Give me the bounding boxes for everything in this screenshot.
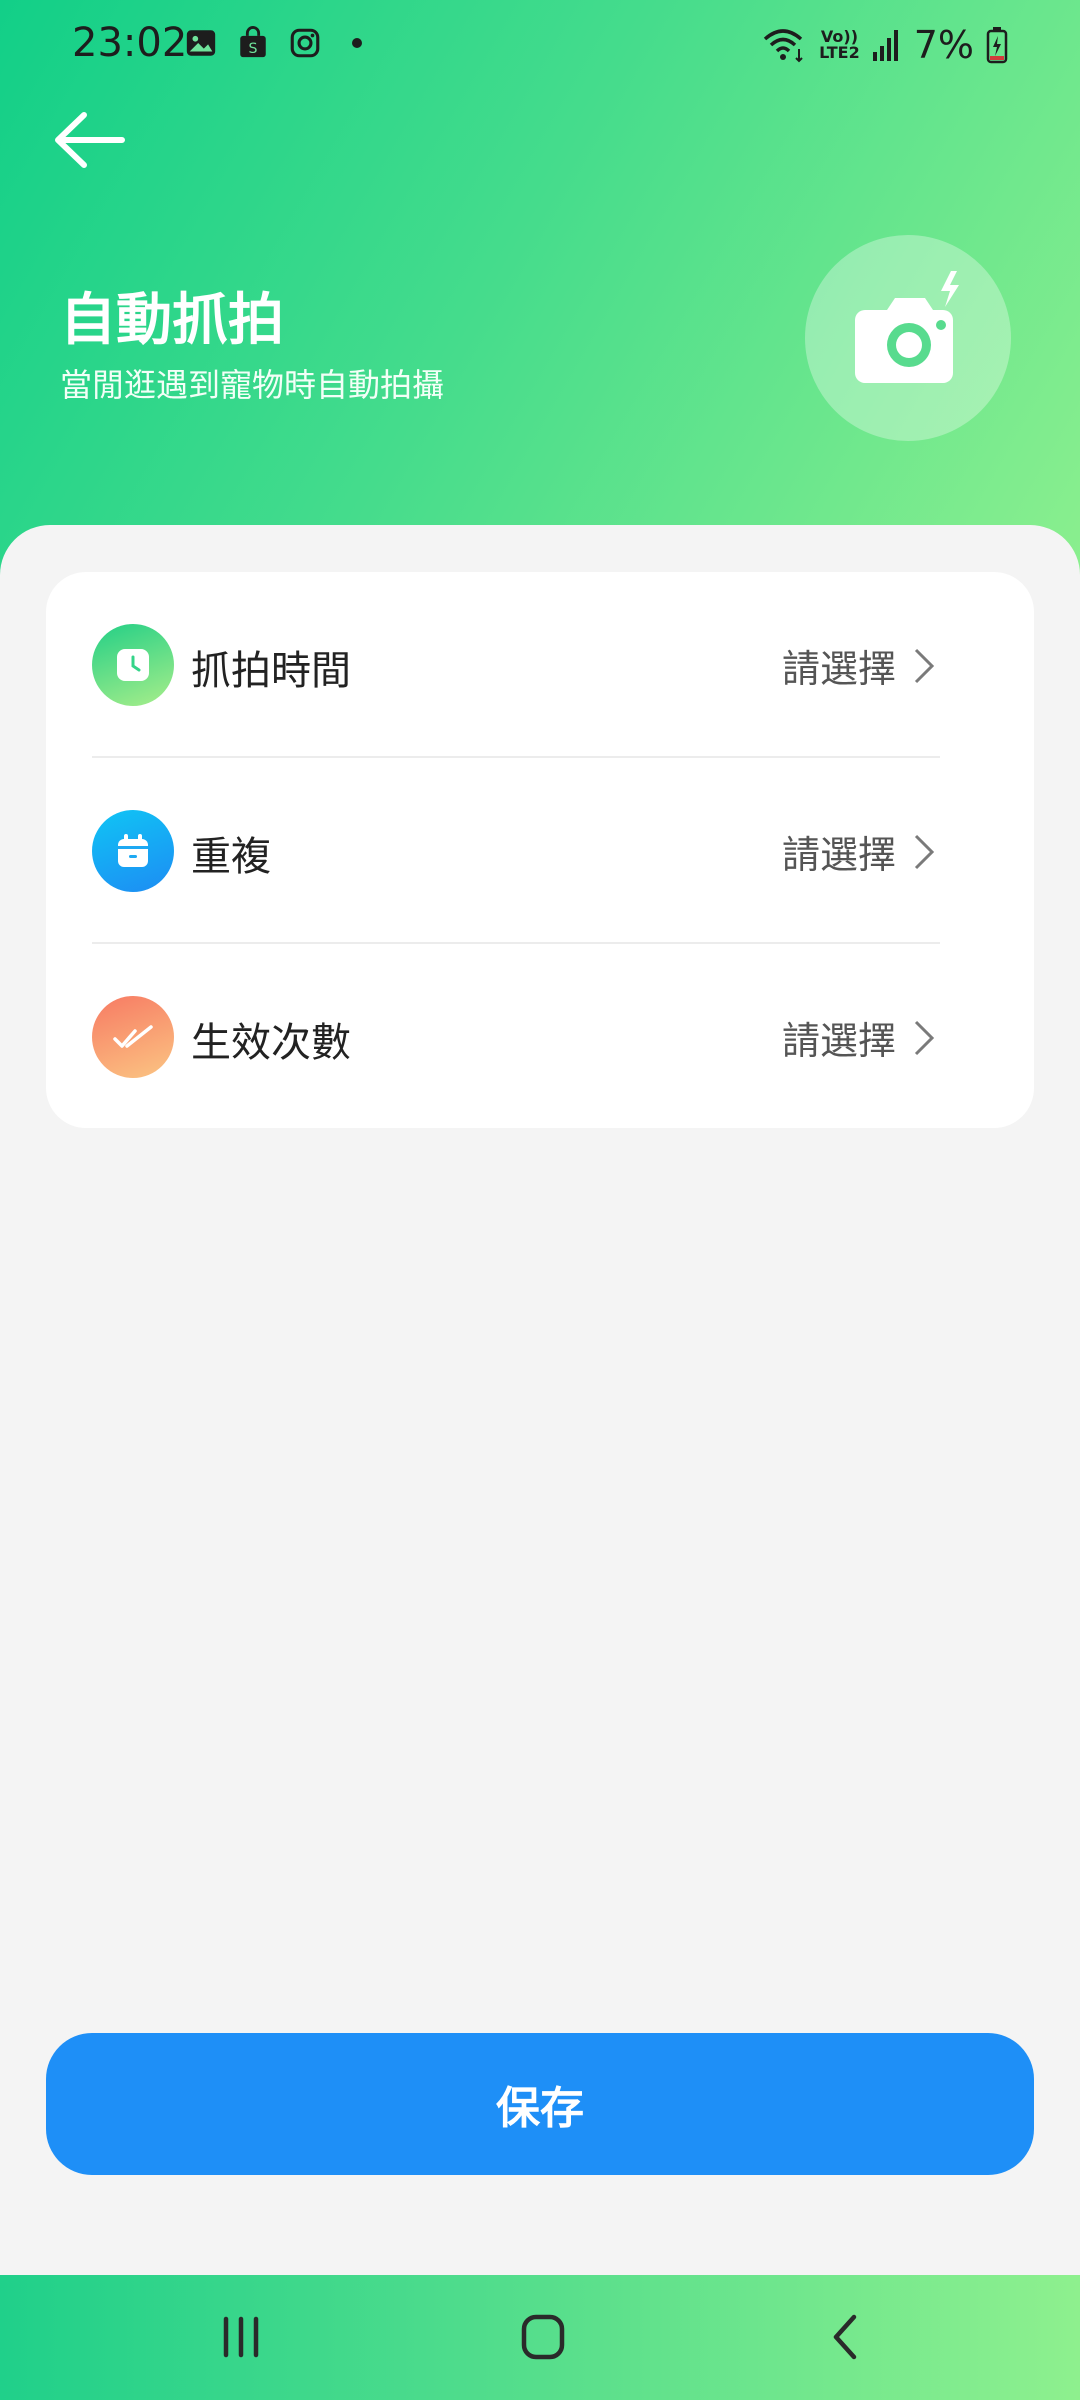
setting-value: 請選擇 <box>781 1019 896 1063</box>
notification-icons: S <box>184 26 362 60</box>
save-button[interactable]: 保存 <box>46 2033 1034 2175</box>
svg-text:S: S <box>249 41 258 57</box>
wifi-icon <box>764 29 803 63</box>
gallery-icon <box>186 30 216 56</box>
signal-icon <box>872 30 898 61</box>
shop-bag-icon: S <box>240 26 266 58</box>
status-right: Vo)) LTE2 7% <box>763 20 1008 70</box>
nav-back-icon <box>833 2314 857 2360</box>
calendar-icon <box>92 810 174 892</box>
setting-label: 抓拍時間 <box>191 648 351 694</box>
home-button[interactable] <box>508 2305 578 2370</box>
network-label-bottom: LTE2 <box>819 43 860 62</box>
status-time: 23:02 <box>72 20 188 66</box>
settings-card: 抓拍時間 請選擇 重複 請選擇 生效次數 請選擇 <box>46 572 1034 1128</box>
recent-apps-icon <box>223 2316 259 2358</box>
battery-percent: 7% <box>913 23 974 67</box>
chevron-right-icon <box>914 648 935 684</box>
setting-label: 生效次數 <box>191 1020 351 1066</box>
battery-charging-icon <box>986 27 1008 64</box>
header-badge <box>805 235 1011 441</box>
home-icon <box>521 2314 565 2360</box>
status-bar: 23:02 S Vo)) LTE2 7% <box>0 0 1080 90</box>
clock-icon <box>92 624 174 706</box>
nav-back-button[interactable] <box>810 2305 880 2370</box>
more-dot-icon <box>352 38 362 48</box>
back-button[interactable] <box>50 105 130 175</box>
setting-label: 重複 <box>191 834 271 880</box>
chevron-right-icon <box>914 1020 935 1056</box>
setting-row-repeat[interactable]: 重複 請選擇 <box>46 758 986 944</box>
page-subtitle: 當閒逛遇到寵物時自動拍攝 <box>60 366 445 404</box>
setting-row-capture-time[interactable]: 抓拍時間 請選擇 <box>46 572 986 758</box>
page-title: 自動抓拍 <box>60 288 284 353</box>
recent-apps-button[interactable] <box>206 2305 276 2370</box>
setting-row-effective-count[interactable]: 生效次數 請選擇 <box>46 944 986 1130</box>
instagram-icon <box>290 28 320 58</box>
network-label: Vo)) LTE2 <box>819 29 860 61</box>
chevron-right-icon <box>914 834 935 870</box>
double-check-icon <box>92 996 174 1078</box>
setting-value: 請選擇 <box>781 833 896 877</box>
camera-flash-icon <box>855 271 959 383</box>
back-arrow-icon <box>55 112 125 168</box>
setting-value: 請選擇 <box>781 647 896 691</box>
system-nav-bar <box>0 2275 1080 2400</box>
